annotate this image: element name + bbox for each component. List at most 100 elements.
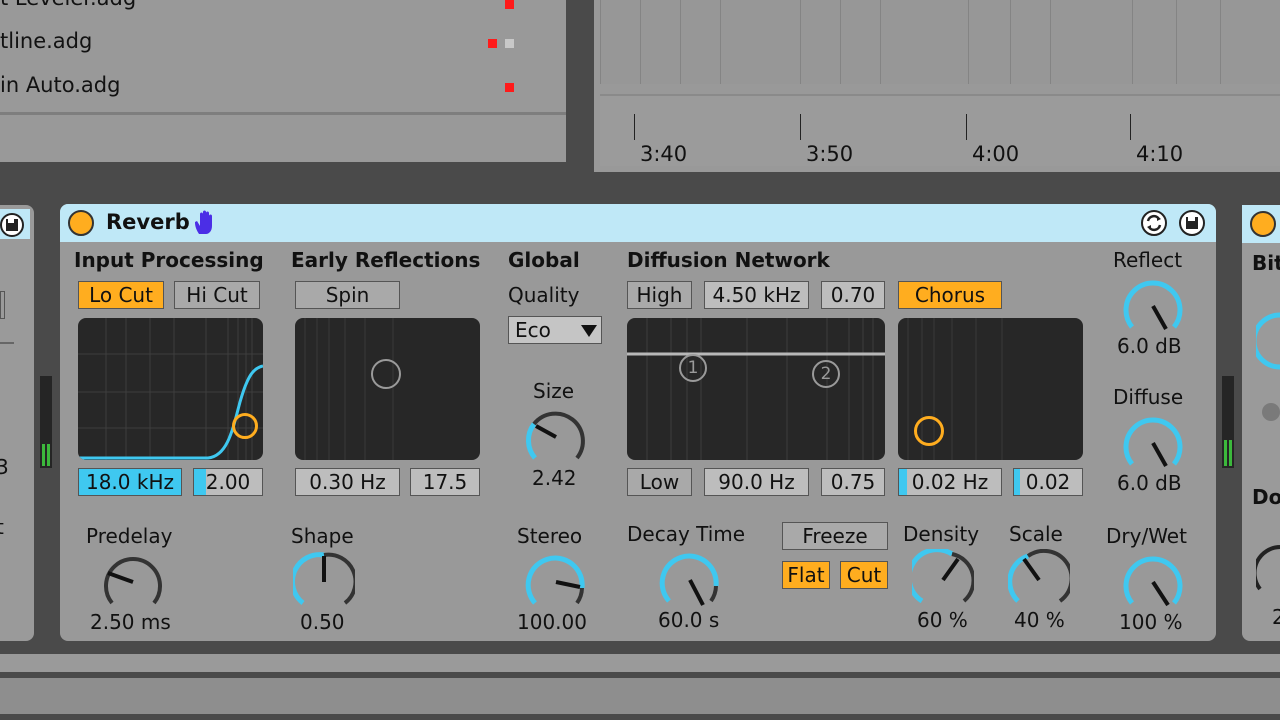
filter-handle[interactable] bbox=[232, 413, 258, 439]
device-title: Reverb bbox=[106, 210, 190, 234]
save-icon[interactable] bbox=[1178, 209, 1206, 237]
knob-label: Diffuse bbox=[1113, 385, 1184, 409]
device-on-button[interactable] bbox=[68, 210, 94, 236]
list-item[interactable]: in Auto.adg bbox=[0, 73, 566, 115]
knob-value: 2.42 bbox=[532, 466, 577, 490]
knob-value: 6.0 dB bbox=[1117, 334, 1182, 358]
diffusion-eq-display[interactable]: 1 2 bbox=[627, 318, 885, 460]
divider bbox=[0, 112, 566, 115]
time-marker: 4:00 bbox=[972, 142, 1020, 166]
quality-dropdown[interactable]: Eco bbox=[508, 316, 602, 344]
arrangement-grid[interactable] bbox=[600, 0, 1280, 84]
knob-label: Reflect bbox=[1113, 248, 1183, 272]
status-strip bbox=[0, 678, 1280, 714]
high-amount-field[interactable]: 0.70 bbox=[821, 281, 885, 309]
knob-label: Stereo bbox=[517, 524, 583, 548]
scale-knob[interactable] bbox=[1008, 549, 1070, 611]
predelay-knob[interactable] bbox=[102, 551, 164, 613]
partial-label: Bit bbox=[1252, 251, 1280, 275]
shape-knob[interactable] bbox=[293, 551, 355, 613]
input-filter-display[interactable] bbox=[78, 318, 263, 460]
knob[interactable] bbox=[1256, 311, 1280, 371]
chorus-rate-field[interactable]: 0.02 Hz bbox=[898, 468, 1002, 496]
stereo-knob[interactable] bbox=[525, 551, 587, 613]
section-heading: Global bbox=[508, 248, 580, 272]
flat-button[interactable]: Flat bbox=[782, 561, 830, 589]
knob-label: Density bbox=[903, 522, 980, 546]
knob-value: 2.50 ms bbox=[90, 610, 171, 634]
size-knob[interactable] bbox=[525, 406, 587, 468]
list-item[interactable]: t Leveler.adg bbox=[0, 0, 566, 28]
section-heading: Early Reflections bbox=[291, 248, 481, 272]
partial-label: Do bbox=[1252, 485, 1280, 509]
spin-amount-field[interactable]: 17.5 bbox=[410, 468, 480, 496]
partial-label: 2 bbox=[1272, 605, 1280, 629]
knob[interactable] bbox=[1256, 543, 1280, 603]
spin-rate-field[interactable]: 0.30 Hz bbox=[295, 468, 400, 496]
indicator-led bbox=[505, 83, 514, 92]
hand-icon bbox=[195, 210, 212, 234]
time-marker: 3:50 bbox=[806, 142, 854, 166]
list-item-label: in Auto.adg bbox=[0, 73, 121, 97]
chorus-button[interactable]: Chorus bbox=[898, 281, 1002, 309]
dry-wet-knob[interactable] bbox=[1122, 551, 1184, 613]
hi-cut-button[interactable]: Hi Cut bbox=[174, 281, 260, 309]
control-edge bbox=[0, 291, 5, 319]
list-item[interactable]: tline.adg bbox=[0, 29, 566, 71]
low-amount-field[interactable]: 0.75 bbox=[821, 468, 885, 496]
low-shelf-button[interactable]: Low bbox=[627, 468, 692, 496]
device-title-bar[interactable]: Reverb bbox=[60, 204, 1216, 242]
section-heading: Diffusion Network bbox=[627, 248, 830, 272]
decay-time-knob[interactable] bbox=[659, 549, 721, 611]
spin-button[interactable]: Spin bbox=[295, 281, 400, 309]
lo-cut-frequency-field[interactable]: 18.0 kHz bbox=[78, 468, 182, 496]
reflect-knob[interactable] bbox=[1122, 275, 1184, 337]
knob-label: Size bbox=[533, 379, 575, 403]
eq-handle-1[interactable]: 1 bbox=[679, 354, 707, 382]
cut-button[interactable]: Cut bbox=[840, 561, 888, 589]
time-marker: 4:10 bbox=[1136, 142, 1184, 166]
density-knob[interactable] bbox=[912, 549, 974, 611]
chorus-handle[interactable] bbox=[914, 416, 944, 446]
chorus-display[interactable] bbox=[898, 318, 1083, 460]
knob-label: Dry/Wet bbox=[1106, 524, 1187, 548]
arrangement-timeline[interactable]: 3:40 3:50 4:00 4:10 bbox=[594, 0, 1280, 172]
knob-value: 0.50 bbox=[300, 610, 345, 634]
next-device: Bit Do 2 bbox=[1242, 205, 1280, 641]
diffuse-knob[interactable] bbox=[1122, 412, 1184, 474]
low-frequency-field[interactable]: 90.0 Hz bbox=[704, 468, 809, 496]
chorus-amount-field[interactable]: 0.02 bbox=[1013, 468, 1083, 496]
knob-value: 60.0 s bbox=[658, 608, 720, 632]
knob-label: Predelay bbox=[86, 524, 173, 548]
lo-cut-button[interactable]: Lo Cut bbox=[78, 281, 164, 309]
level-meter bbox=[1222, 376, 1234, 468]
high-shelf-button[interactable]: High bbox=[627, 281, 692, 309]
knob-label: Shape bbox=[291, 524, 354, 548]
spin-handle[interactable] bbox=[371, 359, 401, 389]
partial-label: t bbox=[0, 515, 4, 539]
device-on-button[interactable] bbox=[1250, 211, 1276, 237]
time-marker: 3:40 bbox=[640, 142, 688, 166]
hot-swap-icon[interactable] bbox=[1140, 209, 1168, 237]
knob-value: 100 % bbox=[1119, 610, 1183, 634]
time-ruler[interactable]: 3:40 3:50 4:00 4:10 bbox=[600, 94, 1280, 166]
divider bbox=[0, 342, 14, 344]
early-reflections-display[interactable] bbox=[295, 318, 480, 460]
knob-value: 100.00 bbox=[517, 610, 587, 634]
level-meter bbox=[40, 376, 52, 468]
lo-cut-q-field[interactable]: 2.00 bbox=[193, 468, 263, 496]
high-frequency-field[interactable]: 4.50 kHz bbox=[704, 281, 809, 309]
previous-device: 3 t bbox=[0, 205, 34, 641]
knob-value: 60 % bbox=[917, 608, 968, 632]
list-item-label: t Leveler.adg bbox=[0, 0, 136, 10]
freeze-button[interactable]: Freeze bbox=[782, 522, 888, 550]
slider-handle[interactable] bbox=[1262, 403, 1280, 421]
eq-handle-2[interactable]: 2 bbox=[812, 360, 840, 388]
section-heading: Input Processing bbox=[74, 248, 264, 272]
quality-label: Quality bbox=[508, 283, 580, 307]
indicator-led bbox=[505, 39, 514, 48]
reverb-device: Reverb Input Processing Lo Cut Hi Cut 18… bbox=[60, 204, 1216, 641]
indicator-led bbox=[505, 0, 514, 9]
scroll-strip[interactable] bbox=[0, 654, 1280, 672]
save-icon[interactable] bbox=[0, 209, 30, 239]
